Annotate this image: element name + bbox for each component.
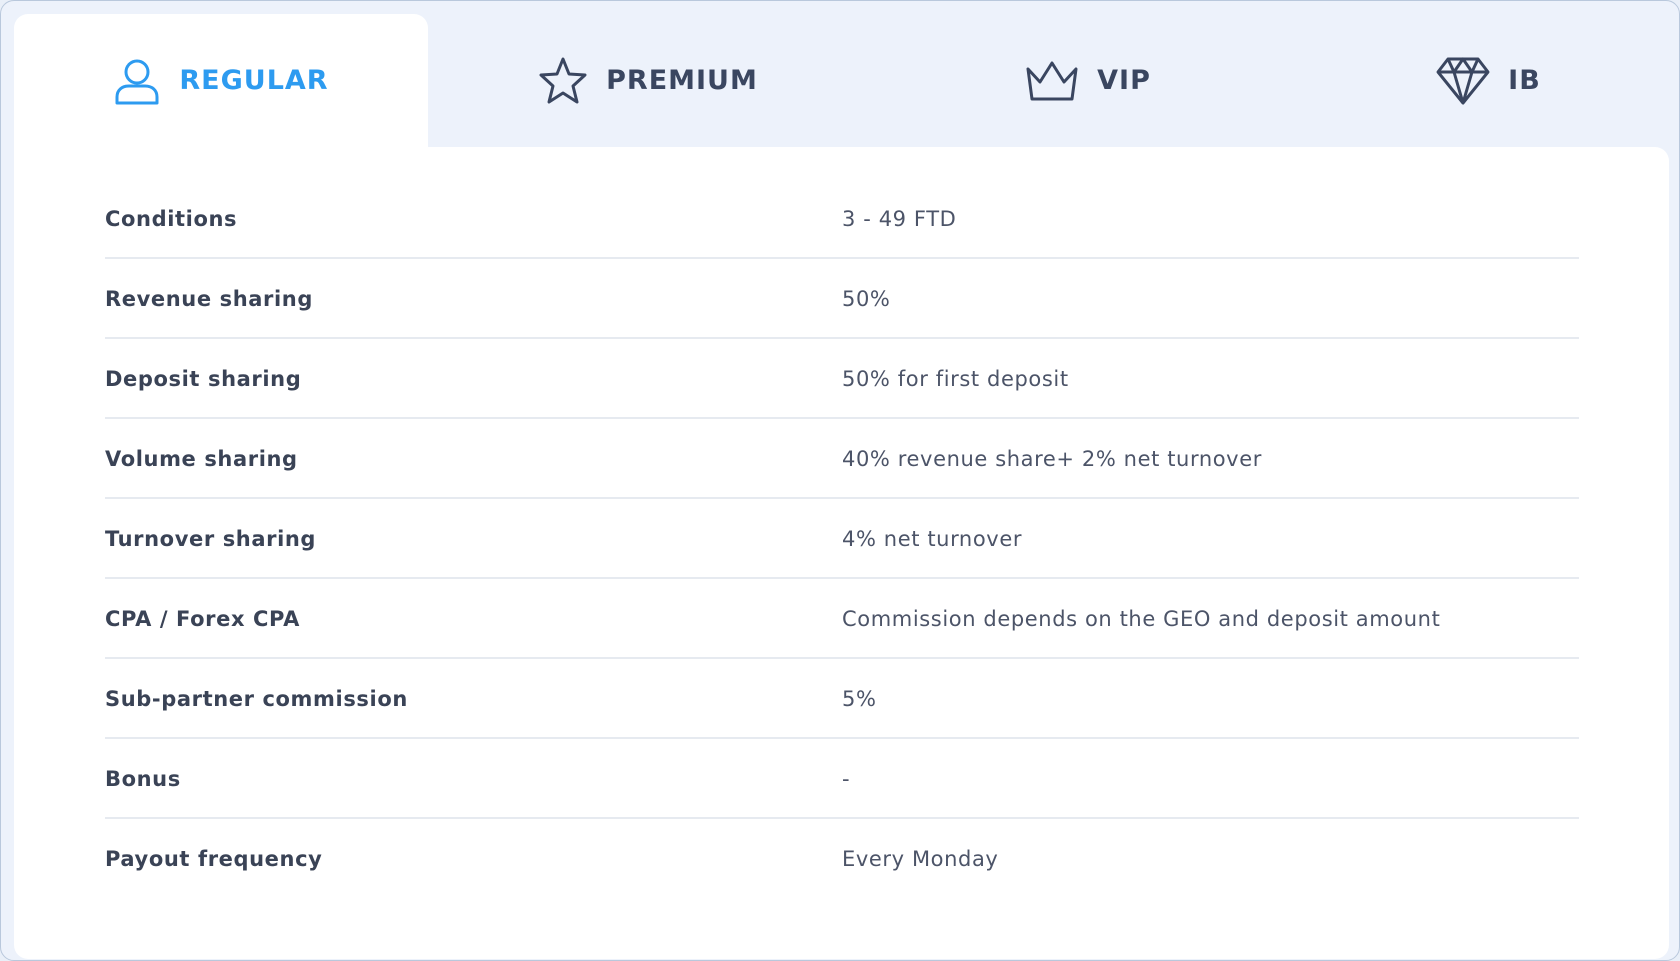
row-value: - [842,767,851,791]
level-tabs: REGULAR PREMIUM VIP IB [14,14,1669,147]
tab-regular-label: REGULAR [179,65,329,96]
table-row: Payout frequency Every Monday [105,819,1579,899]
table-row: Sub-partner commission 5% [105,659,1579,739]
tab-ib-label: IB [1508,65,1541,96]
table-row: Revenue sharing 50% [105,259,1579,339]
tab-premium[interactable]: PREMIUM [428,14,868,147]
row-label: Payout frequency [105,847,323,871]
tab-premium-label: PREMIUM [606,65,758,96]
row-value: 40% revenue share+ 2% net turnover [842,447,1262,471]
diamond-icon [1436,56,1490,106]
row-value: 5% [842,687,877,711]
crown-icon [1025,60,1079,102]
table-row: Bonus - [105,739,1579,819]
conditions-table: Conditions 3 - 49 FTD Revenue sharing 50… [105,179,1579,899]
row-label: Sub-partner commission [105,687,408,711]
row-label: Deposit sharing [105,367,302,391]
table-row: Deposit sharing 50% for first deposit [105,339,1579,419]
user-icon [113,57,161,105]
row-label: Conditions [105,207,238,231]
row-value: 3 - 49 FTD [842,207,957,231]
row-value: 50% [842,287,891,311]
row-value: 4% net turnover [842,527,1023,551]
row-label: Bonus [105,767,181,791]
row-label: Turnover sharing [105,527,317,551]
tab-regular[interactable]: REGULAR [14,14,428,147]
conditions-panel: Conditions 3 - 49 FTD Revenue sharing 50… [14,147,1669,959]
table-row: Conditions 3 - 49 FTD [105,179,1579,259]
table-row: Volume sharing 40% revenue share+ 2% net… [105,419,1579,499]
row-label: CPA / Forex CPA [105,607,300,631]
row-value: Every Monday [842,847,999,871]
tab-vip-label: VIP [1097,65,1151,96]
row-value: 50% for first deposit [842,367,1069,391]
table-row: CPA / Forex CPA Commission depends on th… [105,579,1579,659]
partner-levels-widget: REGULAR PREMIUM VIP IB Conditions 3 - 49… [0,0,1680,961]
tab-vip[interactable]: VIP [868,14,1308,147]
row-label: Revenue sharing [105,287,313,311]
tab-ib[interactable]: IB [1308,14,1669,147]
star-icon [538,56,588,106]
row-label: Volume sharing [105,447,298,471]
row-value: Commission depends on the GEO and deposi… [842,607,1441,631]
table-row: Turnover sharing 4% net turnover [105,499,1579,579]
